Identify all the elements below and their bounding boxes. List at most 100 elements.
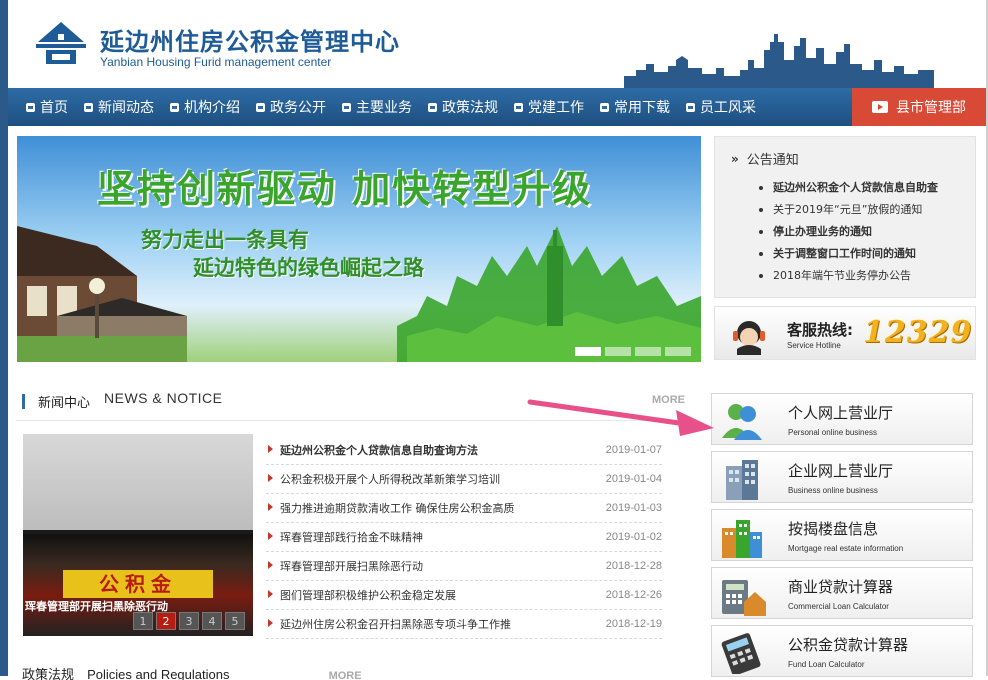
apartment-building-icon — [722, 520, 762, 558]
notice-item[interactable]: 延边州公积金个人贷款信息自助查 — [759, 179, 938, 201]
county-label: 县市管理部 — [896, 100, 966, 116]
hotline-sublabel: Service Hotline — [787, 341, 841, 350]
nav-item-business[interactable]: 主要业务 — [334, 88, 420, 126]
users-icon — [722, 404, 762, 440]
banner-headline: 坚持创新驱动 加快转型升级 — [97, 167, 593, 211]
commercial-loan-calculator-button[interactable]: 商业贷款计算器 Commercial Loan Calculator — [711, 567, 973, 619]
notice-list: 延边州公积金个人贷款信息自助查 关于2019年“元旦”放假的通知 停止办理业务的… — [759, 179, 938, 289]
banner-page-dot[interactable] — [665, 347, 691, 356]
site-title: 延边州住房公积金管理中心 — [100, 28, 400, 56]
notice-heading-label: 公告通知 — [746, 153, 799, 168]
notice-item[interactable]: 停止办理业务的通知 — [759, 223, 938, 245]
notice-item[interactable]: 关于2019年“元旦”放假的通知 — [759, 201, 938, 223]
banner-page-dot[interactable] — [635, 347, 661, 356]
photo-pager: 1 2 3 4 5 — [133, 612, 245, 630]
nav-bullet-icon — [84, 102, 93, 112]
photo-page-button[interactable]: 5 — [225, 612, 245, 630]
news-photo-slider[interactable]: 公积金 珲春管理部开展扫黑除恶行动 1 2 3 4 5 — [23, 434, 253, 636]
banner-pager — [575, 347, 691, 356]
nav-label: 首页 — [40, 100, 68, 116]
banner-page-dot[interactable] — [605, 347, 631, 356]
nav-label: 党建工作 — [528, 100, 584, 116]
site-subtitle: Yanbian Housing Furid management center — [100, 55, 332, 69]
nav-item-about[interactable]: 机构介绍 — [162, 88, 248, 126]
news-item-title[interactable]: 公积金积极开展个人所得税改革新策学习培训 — [266, 471, 500, 487]
service-hotline: 客服热线: Service Hotline 12329 — [714, 306, 976, 360]
newspaper-photo — [23, 434, 253, 530]
hotline-number: 12329 — [863, 315, 973, 350]
nav-item-downloads[interactable]: 常用下载 — [592, 88, 678, 126]
news-item-date: 2018-12-26 — [605, 589, 662, 601]
photo-sign: 公积金 — [63, 570, 213, 598]
news-item-title[interactable]: 强力推进逾期贷款清收工作 确保住房公积金高质 — [266, 500, 515, 516]
photo-page-button[interactable]: 1 — [133, 612, 153, 630]
policy-section-title-en: Policies and Regulations — [87, 667, 230, 680]
banner-page-dot[interactable] — [575, 347, 601, 356]
fund-loan-calculator-button[interactable]: 公积金贷款计算器 Fund Loan Calculator — [711, 625, 973, 677]
banner-slogan-line1: 努力走出一条具有 — [141, 228, 309, 252]
news-item-title[interactable]: 珲春管理部开展扫黑除恶行动 — [266, 558, 423, 574]
calculator-house-icon — [722, 580, 766, 616]
green-city-graphic — [397, 226, 701, 362]
news-list: 延边州公积金个人贷款信息自助查询方法 2019-01-07 公积金积极开展个人所得… — [266, 436, 662, 639]
logo-icon[interactable] — [32, 20, 90, 68]
service-subtitle: Commercial Loan Calculator — [788, 602, 889, 611]
county-management-button[interactable]: 县市管理部 — [852, 88, 986, 126]
nav-item-news[interactable]: 新闻动态 — [76, 88, 162, 126]
news-item[interactable]: 强力推进逾期贷款清收工作 确保住房公积金高质 2019-01-03 — [266, 494, 662, 523]
nav-label: 政务公开 — [270, 100, 326, 116]
notice-item[interactable]: 关于调整窗口工作时间的通知 — [759, 245, 938, 267]
news-item-date: 2019-01-04 — [605, 473, 662, 485]
notice-item[interactable]: 2018年端午节业务停办公告 — [759, 267, 938, 289]
nav-bullet-icon — [600, 102, 609, 112]
photo-page-button[interactable]: 4 — [202, 612, 222, 630]
service-subtitle: Fund Loan Calculator — [788, 660, 865, 669]
service-title: 企业网上营业厅 — [788, 462, 894, 480]
personal-online-hall-button[interactable]: 个人网上营业厅 Personal online business — [711, 393, 973, 445]
news-item-title[interactable]: 延边州公积金个人贷款信息自助查询方法 — [266, 442, 478, 458]
news-item-date: 2018-12-19 — [605, 618, 662, 630]
annotation-arrow-icon — [527, 399, 714, 436]
nav-item-policy[interactable]: 政策法规 — [420, 88, 506, 126]
photo-page-button[interactable]: 3 — [179, 612, 199, 630]
nav-label: 政策法规 — [442, 100, 498, 116]
news-item[interactable]: 珲春管理部践行拾金不昧精神 2019-01-02 — [266, 523, 662, 552]
news-item-title[interactable]: 珲春管理部践行拾金不昧精神 — [266, 529, 423, 545]
news-item[interactable]: 图们管理部积极维护公积金稳定发展 2018-12-26 — [266, 581, 662, 610]
headset-operator-icon — [733, 321, 765, 355]
hero-banner[interactable]: 坚持创新驱动 加快转型升级 努力走出一条具有 延边特色的绿色崛起之路 — [17, 136, 701, 362]
news-item-title[interactable]: 图们管理部积极维护公积金稳定发展 — [266, 587, 456, 603]
nav-item-home[interactable]: 首页 — [8, 88, 76, 126]
photo-page-button[interactable]: 2 — [156, 612, 176, 630]
policy-section-title: 政策法规 — [22, 668, 75, 680]
notice-panel: » 公告通知 延边州公积金个人贷款信息自助查 关于2019年“元旦”放假的通知 … — [714, 136, 976, 298]
hotline-label: 客服热线: — [787, 321, 853, 339]
nav-bullet-icon — [342, 102, 351, 112]
play-icon — [872, 101, 888, 113]
policy-more-link[interactable]: MORE — [329, 670, 362, 680]
main-nav: 首页 新闻动态 机构介绍 政务公开 主要业务 政策法规 党建工作 常用下载 员工… — [8, 88, 986, 126]
service-title: 公积金贷款计算器 — [788, 636, 909, 654]
notice-heading: » 公告通知 — [731, 149, 799, 169]
nav-item-staff[interactable]: 员工风采 — [678, 88, 764, 126]
service-title: 个人网上营业厅 — [788, 404, 894, 422]
service-title: 商业贷款计算器 — [788, 578, 894, 596]
mortgage-property-info-button[interactable]: 按揭楼盘信息 Mortgage real estate information — [711, 509, 973, 561]
enterprise-online-hall-button[interactable]: 企业网上营业厅 Business online business — [711, 451, 973, 503]
nav-label: 员工风采 — [700, 100, 756, 116]
news-item[interactable]: 珲春管理部开展扫黑除恶行动 2018-12-28 — [266, 552, 662, 581]
service-title: 按揭楼盘信息 — [788, 520, 879, 538]
nav-label: 新闻动态 — [98, 100, 154, 116]
nav-bullet-icon — [26, 102, 35, 112]
news-item-date: 2019-01-07 — [605, 444, 662, 456]
nav-item-government[interactable]: 政务公开 — [248, 88, 334, 126]
news-item-title[interactable]: 延边州住房公积金召开扫黑除恶专项斗争工作推 — [266, 616, 511, 632]
news-item[interactable]: 延边州公积金个人贷款信息自助查询方法 2019-01-07 — [266, 436, 662, 465]
window-left-border — [0, 0, 8, 676]
city-skyline-graphic — [624, 34, 934, 88]
news-item[interactable]: 公积金积极开展个人所得税改革新策学习培训 2019-01-04 — [266, 465, 662, 494]
section-marker — [22, 394, 25, 409]
news-item-date: 2019-01-03 — [605, 502, 662, 514]
news-item[interactable]: 延边州住房公积金召开扫黑除恶专项斗争工作推 2018-12-19 — [266, 610, 662, 639]
nav-item-party[interactable]: 党建工作 — [506, 88, 592, 126]
